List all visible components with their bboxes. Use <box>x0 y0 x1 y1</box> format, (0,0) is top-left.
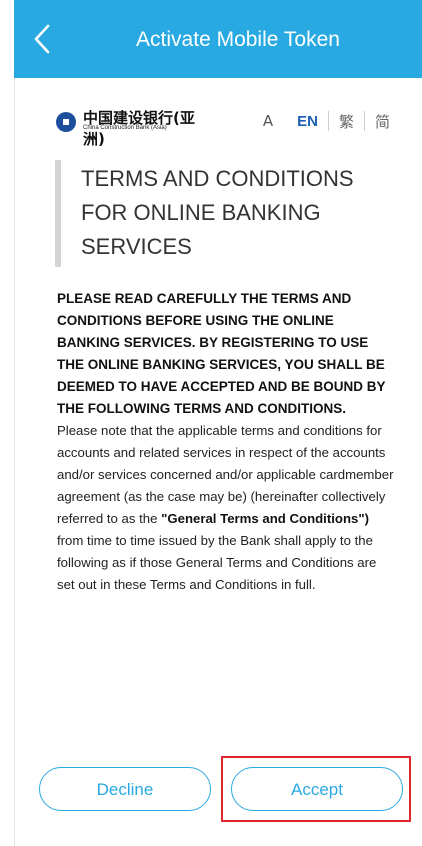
language-option-en[interactable]: EN <box>287 113 328 130</box>
terms-paragraph: Please note that the applicable terms an… <box>57 420 397 596</box>
bank-logo: 中国建设银行(亚洲) China Construction Bank (Asia… <box>55 108 215 148</box>
bank-name-english: China Construction Bank (Asia) <box>83 125 167 131</box>
language-option-simplified-chinese[interactable]: 简 <box>365 111 400 132</box>
accept-highlight-box <box>221 756 411 822</box>
top-bar: Activate Mobile Token <box>14 0 422 78</box>
terms-title: TERMS AND CONDITIONS FOR ONLINE BANKING … <box>81 166 354 259</box>
terms-paragraph-bold: "General Terms and Conditions") <box>161 511 369 526</box>
font-size-icon[interactable]: A <box>263 112 273 130</box>
terms-paragraph-part2: from time to time issued by the Bank sha… <box>57 533 377 592</box>
decline-button[interactable]: Decline <box>39 767 211 811</box>
bank-logo-icon <box>56 112 76 132</box>
page-title: Activate Mobile Token <box>136 28 340 51</box>
language-switcher: A EN 繁 简 <box>263 106 400 136</box>
terms-title-block: TERMS AND CONDITIONS FOR ONLINE BANKING … <box>55 160 395 267</box>
brand-row: 中国建设银行(亚洲) China Construction Bank (Asia… <box>55 106 400 148</box>
terms-notice: PLEASE READ CAREFULLY THE TERMS AND COND… <box>57 291 386 416</box>
back-button[interactable] <box>14 0 74 78</box>
left-divider <box>14 78 15 846</box>
chevron-left-icon <box>34 24 50 54</box>
activate-mobile-token-screen: Activate Mobile Token 中国建设银行(亚洲) China C… <box>0 0 422 846</box>
title-accent-bar <box>55 160 61 267</box>
terms-body: PLEASE READ CAREFULLY THE TERMS AND COND… <box>57 288 397 596</box>
language-option-traditional-chinese[interactable]: 繁 <box>329 111 364 132</box>
